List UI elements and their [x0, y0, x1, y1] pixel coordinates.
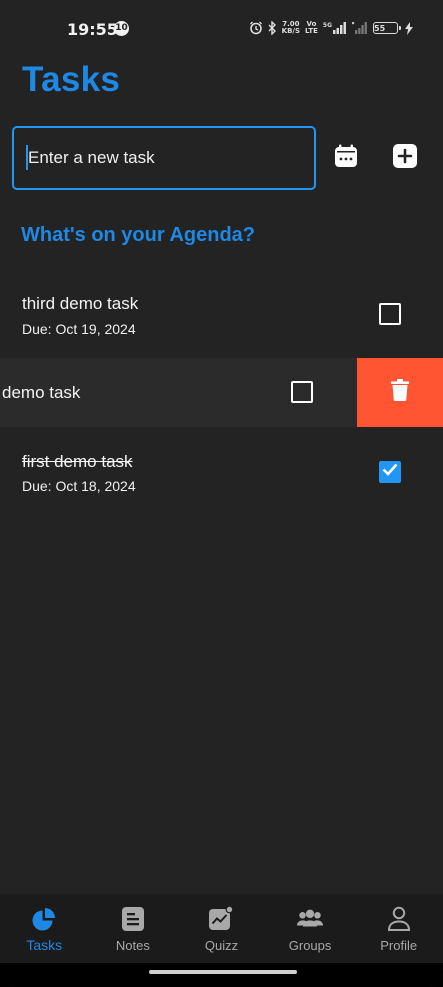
plus-square-icon	[393, 143, 417, 173]
nav-label-profile: Profile	[380, 938, 418, 953]
task-due-date: Due: Oct 19, 2024	[22, 321, 136, 337]
new-task-input[interactable]	[12, 126, 316, 190]
bluetooth-icon	[268, 21, 277, 35]
task-item[interactable]: third demo task Due: Oct 19, 2024	[0, 280, 443, 352]
nav-item-profile[interactable]: Profile	[354, 894, 443, 963]
network-type: 5G	[322, 22, 332, 29]
network-speed: 7.00 KB/S	[282, 21, 300, 35]
task-title: demo task	[2, 383, 81, 402]
volte-indicator: Vo LTE	[305, 21, 318, 35]
page-title: Tasks	[22, 60, 121, 99]
signal-icon: 5G	[323, 22, 347, 34]
signal-secondary-icon	[352, 22, 368, 34]
home-indicator[interactable]	[149, 970, 297, 974]
chart-icon	[207, 905, 235, 933]
task-item[interactable]: first demo task Due: Oct 18, 2024	[0, 440, 443, 512]
battery-indicator: 55	[373, 22, 401, 34]
nav-item-notes[interactable]: Notes	[89, 894, 178, 963]
profile-icon	[385, 905, 413, 933]
status-bar: 19:55 10 7.00 KB/S Vo LTE 5G 55	[0, 0, 443, 58]
volte-bottom: LTE	[305, 27, 318, 35]
agenda-heading: What's on your Agenda?	[21, 224, 256, 246]
task-checkbox-checked[interactable]	[379, 461, 401, 483]
task-swipe-content[interactable]: demo task	[0, 358, 357, 427]
status-icons: 7.00 KB/S Vo LTE 5G 55	[249, 19, 413, 37]
task-title: third demo task	[22, 294, 139, 313]
nav-item-quizz[interactable]: Quizz	[177, 894, 266, 963]
task-item-swiped[interactable]: demo task	[0, 358, 443, 427]
text-cursor	[26, 145, 28, 170]
calendar-button[interactable]	[326, 138, 366, 178]
nav-label-groups: Groups	[288, 938, 332, 953]
notification-badge: 10	[114, 21, 129, 36]
calendar-icon	[334, 144, 358, 173]
task-title-completed: first demo task	[22, 452, 133, 471]
notes-icon	[119, 905, 147, 933]
add-task-button[interactable]	[385, 138, 425, 178]
nav-label-notes: Notes	[115, 938, 150, 953]
charging-icon	[405, 21, 413, 35]
check-icon	[382, 463, 398, 481]
alarm-icon	[249, 21, 263, 35]
task-due-date: Due: Oct 18, 2024	[22, 478, 136, 494]
network-speed-unit: KB/S	[281, 27, 301, 35]
task-checkbox[interactable]	[291, 381, 313, 403]
nav-item-groups[interactable]: Groups	[266, 894, 355, 963]
nav-item-tasks[interactable]: Tasks	[0, 894, 89, 963]
nav-label-quizz: Quizz	[204, 938, 239, 953]
trash-icon	[391, 379, 409, 406]
status-time: 19:55	[67, 20, 118, 39]
delete-task-button[interactable]	[357, 358, 443, 427]
groups-icon	[296, 905, 324, 933]
pie-chart-icon	[30, 905, 58, 933]
system-navigation-bar	[0, 963, 443, 987]
app-screen: 19:55 10 7.00 KB/S Vo LTE 5G 55 Tasks En…	[0, 0, 443, 987]
task-checkbox[interactable]	[379, 303, 401, 325]
nav-label-tasks: Tasks	[26, 937, 63, 953]
bottom-navigation: Tasks Notes Quizz Groups Profile	[0, 894, 443, 963]
